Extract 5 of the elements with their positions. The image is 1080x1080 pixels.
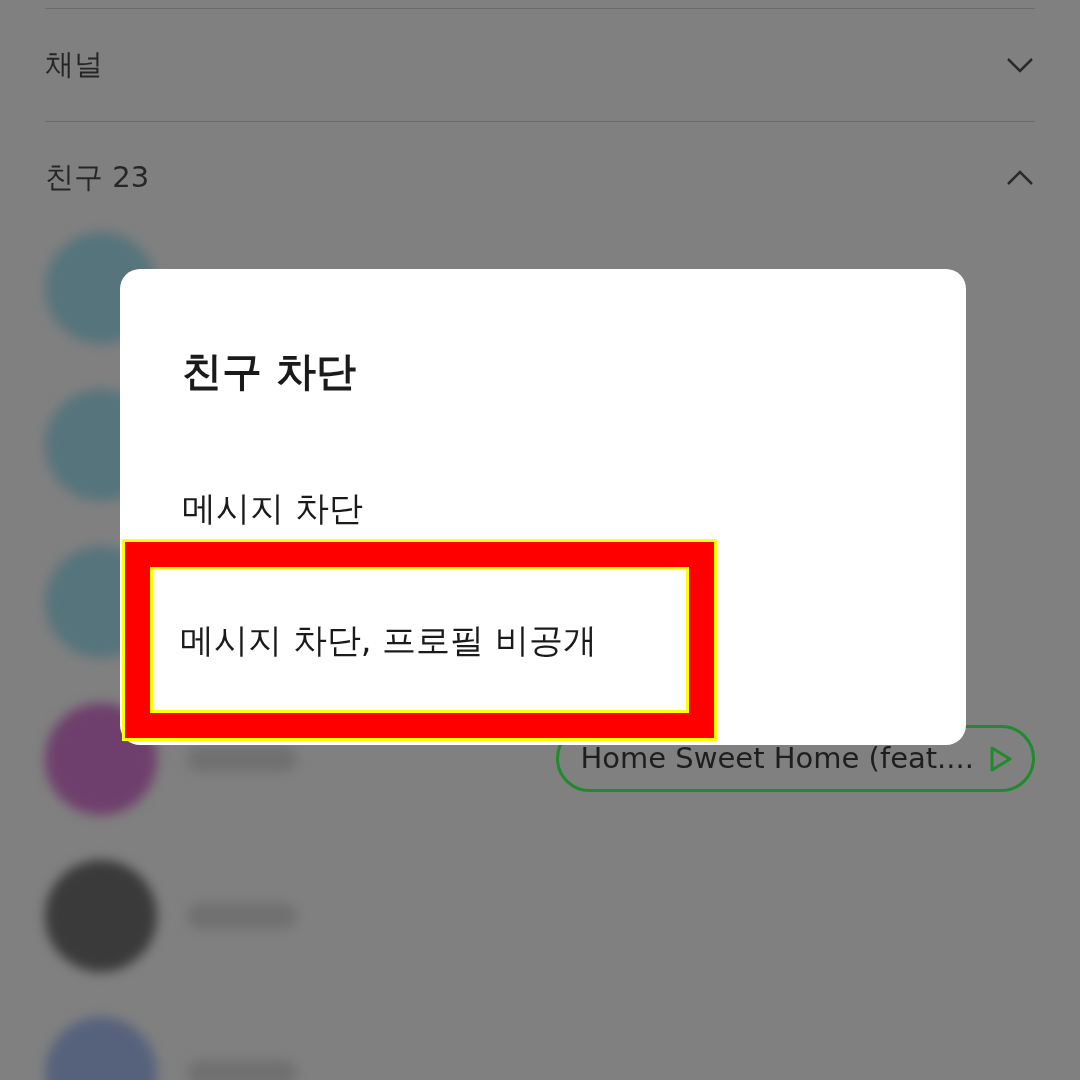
dialog-title: 친구 차단	[182, 347, 357, 395]
menu-option[interactable]: 메시지 차단	[182, 488, 363, 528]
menu-option[interactable]: 메시지 차단, 프로필 비공개	[150, 567, 689, 713]
section-title: 채널	[45, 46, 103, 84]
section-title: 친구 23	[45, 159, 150, 197]
